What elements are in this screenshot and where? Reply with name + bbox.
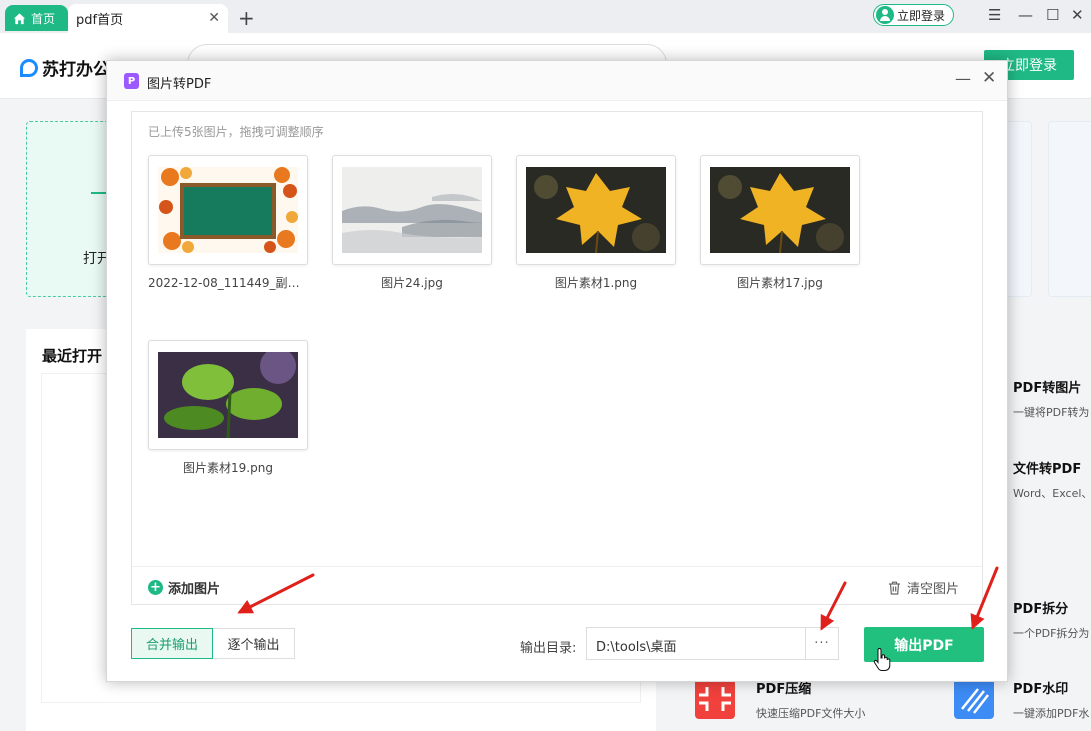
clear-images-button[interactable]: 清空图片: [888, 578, 959, 597]
trash-icon: [889, 581, 900, 595]
upload-hint: 已上传5张图片，拖拽可调整顺序: [148, 125, 324, 139]
tool-pdf-to-image[interactable]: PDF转图片 一键将PDF转为: [1013, 377, 1089, 420]
tab-close-icon[interactable]: ✕: [208, 10, 220, 26]
watermark-icon: [954, 679, 994, 719]
dialog-title: 图片转PDF: [147, 77, 212, 92]
tool-name: 文件转PDF: [1013, 462, 1082, 477]
thumbnail-image: [158, 352, 298, 438]
add-image-label: 添加图片: [168, 582, 221, 597]
compress-icon: [695, 679, 735, 719]
titlebar-login-label: 立即登录: [897, 8, 946, 23]
dialog-minimize-icon[interactable]: —: [955, 69, 971, 88]
image-to-pdf-dialog: P 图片转PDF — ✕ 已上传5张图片，拖拽可调整顺序 2022-12-08_…: [106, 60, 1008, 682]
image-list-footer: + 添加图片 清空图片: [132, 566, 982, 604]
minimize-icon[interactable]: —: [1018, 6, 1033, 24]
tool-desc: 快速压缩PDF文件大小: [756, 707, 866, 720]
tool-name: PDF水印: [1013, 682, 1069, 697]
dialog-close-icon[interactable]: ✕: [982, 68, 996, 88]
open-file-icon: [91, 192, 107, 194]
output-dir-label: 输出目录:: [520, 641, 577, 656]
home-icon: [13, 12, 26, 24]
tool-desc: 一个PDF拆分为: [1013, 627, 1090, 640]
recent-files-title: 最近打开: [42, 347, 103, 365]
thumbnail-caption: 图片素材1.png: [554, 276, 638, 290]
thumbnail-image: [342, 167, 482, 253]
thumbnail-caption: 图片素材17.jpg: [737, 276, 823, 290]
tool-pdf-compress[interactable]: PDF压缩 快速压缩PDF文件大小: [756, 678, 865, 721]
tool-file-to-pdf[interactable]: 文件转PDF Word、Excel、: [1013, 458, 1091, 501]
feature-card[interactable]: [1048, 121, 1091, 297]
image-drop-area[interactable]: 已上传5张图片，拖拽可调整顺序 2022-12-08_111449_副本....: [131, 111, 983, 605]
tool-name: PDF拆分: [1013, 602, 1069, 617]
menu-icon[interactable]: ☰: [988, 6, 1001, 24]
titlebar-login-button[interactable]: 立即登录: [873, 4, 955, 26]
thumbnail-caption: 图片素材19.png: [183, 461, 273, 475]
thumbnail-image: [526, 167, 666, 253]
tool-pdf-split[interactable]: PDF拆分 一个PDF拆分为: [1013, 598, 1089, 641]
tool-desc: Word、Excel、: [1013, 487, 1091, 500]
app-logo: 苏打办公: [20, 55, 110, 80]
image-thumbnail[interactable]: 图片24.jpg: [332, 155, 492, 291]
output-dir-field[interactable]: D:\tools\桌面: [586, 627, 805, 660]
thumbnail-caption: 2022-12-08_111449_副本....: [148, 276, 308, 290]
tab-pdf-home-label: pdf首页: [76, 13, 124, 28]
new-tab-icon[interactable]: +: [238, 6, 255, 30]
tab-home-label: 首页: [31, 11, 56, 26]
add-icon: +: [148, 580, 163, 595]
tab-home[interactable]: 首页: [5, 5, 68, 31]
clear-images-label: 清空图片: [907, 582, 960, 597]
add-image-button[interactable]: + 添加图片: [148, 578, 220, 597]
single-output-toggle[interactable]: 逐个输出: [213, 628, 295, 659]
tool-name: PDF转图片: [1013, 381, 1082, 396]
thumbnail-frame: [332, 155, 492, 265]
close-window-icon[interactable]: ✕: [1071, 6, 1084, 24]
user-avatar-icon: [876, 6, 894, 24]
thumbnail-frame: [700, 155, 860, 265]
thumbnail-frame: [148, 155, 308, 265]
thumbnail-image: [158, 167, 298, 253]
thumbnail-caption: 图片24.jpg: [381, 276, 443, 290]
merge-output-toggle[interactable]: 合并输出: [131, 628, 213, 659]
hand-cursor-icon: [873, 648, 891, 671]
tool-pdf-watermark[interactable]: PDF水印 一键添加PDF水: [1013, 678, 1089, 721]
image-thumbnail[interactable]: 图片素材19.png: [148, 340, 308, 476]
thumbnail-image: [710, 167, 850, 253]
image-thumbnail[interactable]: 图片素材17.jpg: [700, 155, 860, 291]
browse-folder-button[interactable]: ···: [805, 627, 839, 660]
thumbnail-frame: [516, 155, 676, 265]
thumbnail-frame: [148, 340, 308, 450]
title-bar: 首页 pdf首页 ✕ + 立即登录 ☰ — ☐ ✕: [0, 0, 1091, 33]
maximize-icon[interactable]: ☐: [1046, 6, 1059, 24]
logo-icon: [20, 58, 38, 77]
image-thumbnail[interactable]: 图片素材1.png: [516, 155, 676, 291]
image-thumbnail[interactable]: 2022-12-08_111449_副本....: [148, 155, 308, 291]
tool-desc: 一键将PDF转为: [1013, 406, 1090, 419]
tool-desc: 一键添加PDF水: [1013, 707, 1090, 720]
dialog-header: P 图片转PDF — ✕: [107, 61, 1007, 101]
pdf-app-icon: P: [124, 73, 139, 89]
tab-pdf-home[interactable]: pdf首页 ✕: [68, 4, 228, 33]
logo-text: 苏打办公: [42, 60, 110, 80]
